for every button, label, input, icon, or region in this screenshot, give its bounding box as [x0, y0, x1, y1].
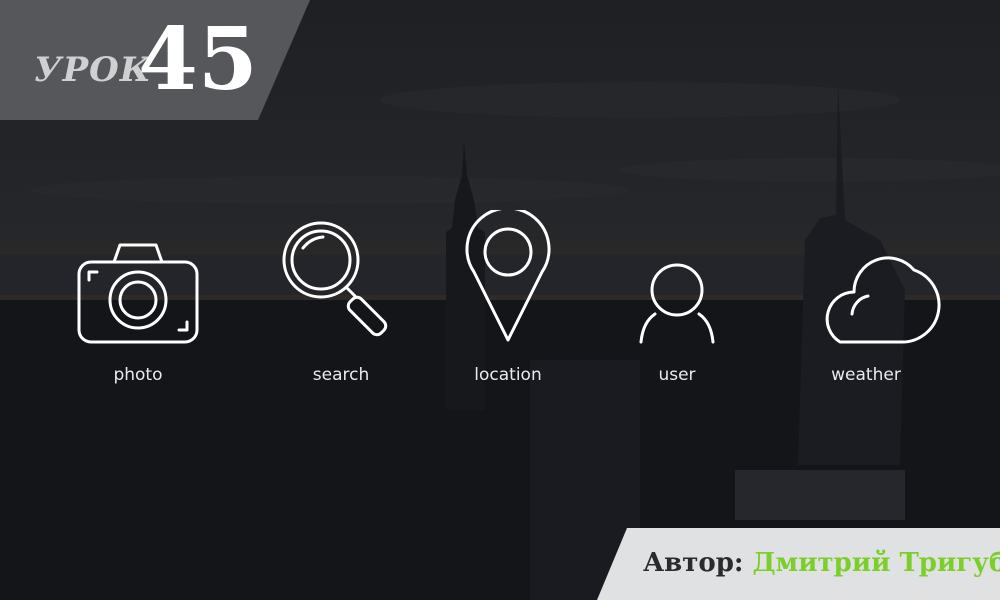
- author-line: Автор: Дмитрий Тригуб: [643, 548, 1000, 578]
- icon-label-photo: photo: [113, 365, 163, 385]
- icon-label-search: search: [312, 365, 370, 385]
- icon-item-photo: photo: [48, 210, 228, 400]
- icon-label-location: location: [474, 365, 542, 385]
- icon-item-location: location: [418, 210, 598, 400]
- lesson-badge: УРОК 45: [0, 0, 310, 120]
- author-name: Дмитрий Тригуб: [752, 548, 1000, 578]
- author-badge: Автор: Дмитрий Тригуб: [597, 528, 1000, 600]
- search-icon: [282, 221, 388, 337]
- cloud-icon: [825, 256, 941, 344]
- camera-icon: [77, 243, 199, 344]
- icon-label-weather: weather: [831, 365, 901, 385]
- author-label: Автор:: [643, 548, 744, 578]
- lesson-label: УРОК: [34, 50, 152, 90]
- location-pin-icon: [465, 210, 551, 342]
- lesson-number: 45: [138, 9, 258, 110]
- icon-item-weather: weather: [776, 210, 956, 400]
- icon-item-search: search: [251, 210, 431, 400]
- icon-label-user: user: [658, 365, 696, 385]
- user-icon: [639, 263, 715, 344]
- icon-item-user: user: [587, 210, 767, 400]
